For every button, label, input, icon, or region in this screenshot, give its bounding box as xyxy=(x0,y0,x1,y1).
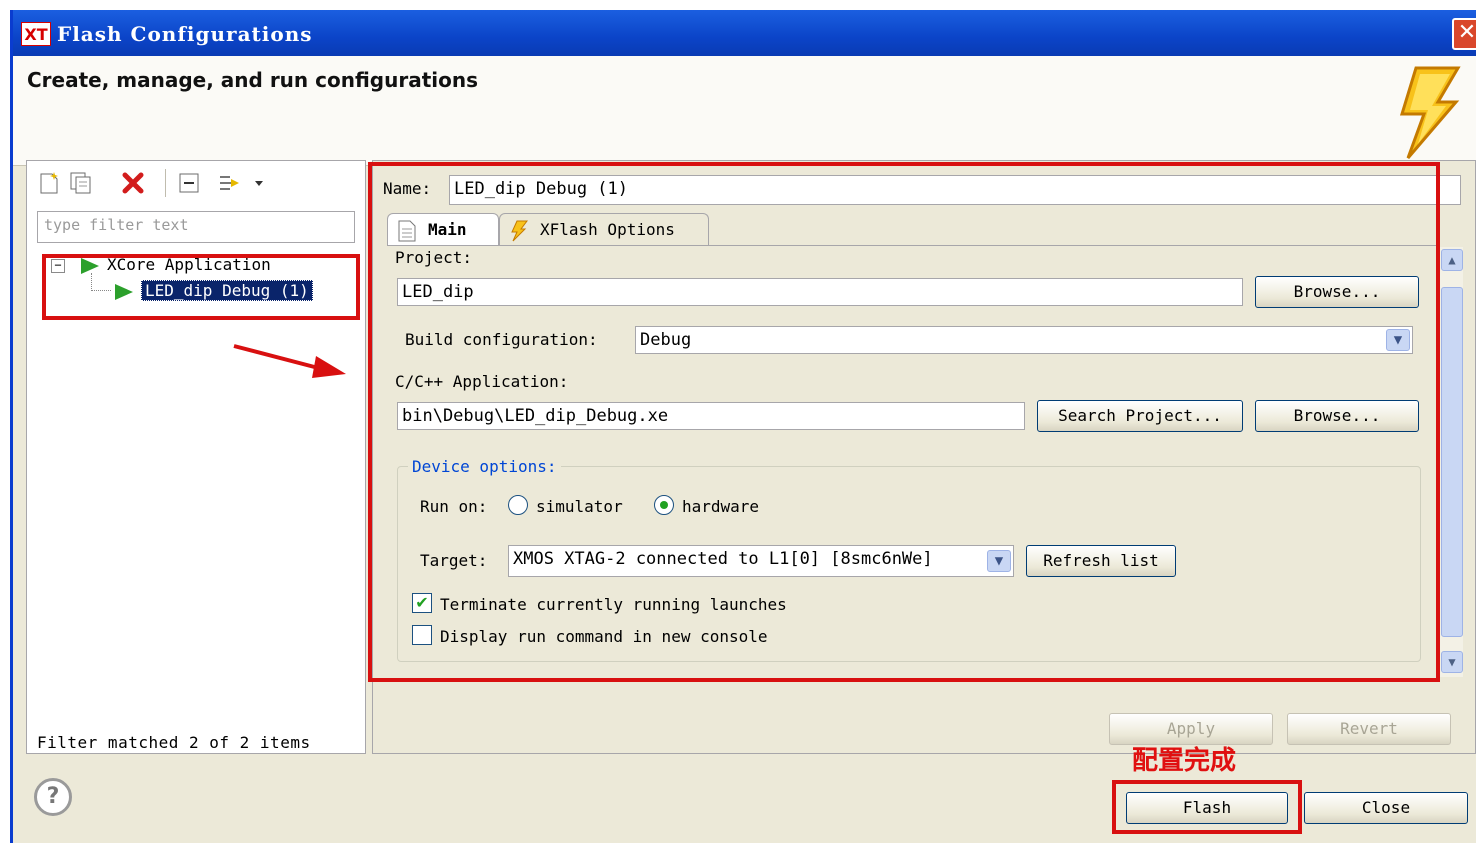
scroll-up-icon[interactable]: ▲ xyxy=(1441,249,1463,271)
window-title: Flash Configurations xyxy=(57,22,313,46)
filter-status: Filter matched 2 of 2 items xyxy=(37,733,311,752)
lightning-bolt-icon xyxy=(1399,66,1461,159)
dropdown-icon[interactable] xyxy=(253,171,265,195)
red-arrow-annotation xyxy=(233,344,346,378)
help-icon[interactable]: ? xyxy=(34,778,72,816)
highlight-box-tree xyxy=(42,254,360,320)
new-config-icon[interactable] xyxy=(37,171,61,195)
highlight-box-flash xyxy=(1112,780,1302,834)
collapse-all-icon[interactable] xyxy=(177,171,201,195)
toolbar-separator xyxy=(165,169,166,197)
configuration-list-panel: type filter text − XCore Application LED… xyxy=(26,160,366,754)
xt-logo-icon: XT xyxy=(21,22,51,46)
title-bar[interactable]: XT Flash Configurations ✕ xyxy=(13,10,1476,56)
config-toolbar xyxy=(27,161,365,201)
annotation-text: 配置完成 xyxy=(1132,746,1237,776)
duplicate-icon[interactable] xyxy=(69,171,93,195)
close-window-button[interactable]: ✕ xyxy=(1452,18,1476,50)
scroll-down-icon[interactable]: ▼ xyxy=(1441,651,1463,673)
filter-icon[interactable] xyxy=(217,171,241,195)
highlight-box-editor xyxy=(368,162,1440,682)
filter-input[interactable]: type filter text xyxy=(37,211,355,243)
scroll-thumb[interactable] xyxy=(1441,287,1463,637)
dialog-header: Create, manage, and run configurations xyxy=(13,56,1476,166)
header-description: Create, manage, and run configurations xyxy=(27,68,478,92)
close-button[interactable]: Close xyxy=(1304,792,1468,824)
delete-icon[interactable] xyxy=(121,171,145,195)
vertical-scrollbar[interactable]: ▲ ▼ xyxy=(1439,247,1463,677)
revert-button[interactable]: Revert xyxy=(1287,713,1451,745)
